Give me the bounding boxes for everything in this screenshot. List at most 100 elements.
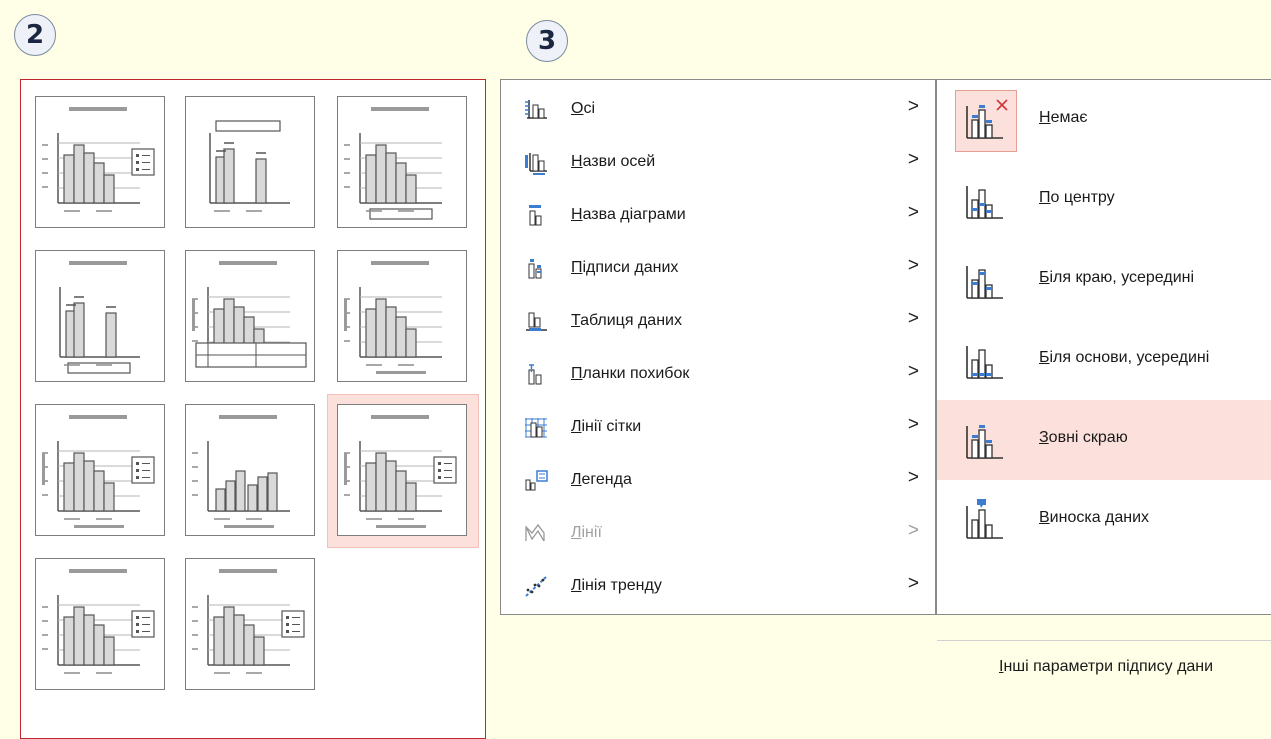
menu-item-label: Лінії — [571, 524, 602, 542]
menu-item-5[interactable]: Таблиця даних > — [501, 296, 935, 349]
layout-thumb-2[interactable] — [185, 96, 315, 228]
access-key: Н — [571, 206, 583, 223]
label-rest: овні скраю — [1048, 429, 1128, 446]
layout-thumb-10[interactable] — [35, 558, 165, 690]
menu-item-label: Легенда — [571, 471, 632, 489]
access-key: Л — [571, 418, 582, 435]
label-rest: інія тренду — [581, 577, 662, 594]
chevron-right-icon: > — [907, 414, 919, 435]
access-key: О — [571, 100, 584, 117]
access-key: Л — [571, 471, 582, 488]
layout-preview-icon — [42, 415, 155, 528]
access-key: В — [1039, 509, 1050, 526]
menu-item-6[interactable]: Планки похибок > — [501, 349, 935, 402]
label-rest: емає — [1050, 109, 1088, 126]
label-rest: іля краю, усередині — [1049, 269, 1195, 286]
axis-titles-icon — [523, 150, 549, 176]
label-rest: аблиця даних — [580, 312, 682, 329]
step-3-badge: 3 — [526, 20, 568, 62]
data-labels-submenu: Немає По центру Біля краю, усередині Біля о… — [936, 79, 1271, 675]
submenu-item-label: Зовні скраю — [1039, 429, 1128, 447]
access-key: З — [1039, 429, 1049, 446]
trendline-icon — [523, 574, 549, 600]
submenu-item-4[interactable]: Біля основи, усередині — [937, 320, 1271, 400]
menu-item-8[interactable]: Легенда > — [501, 455, 935, 508]
label-rest: азви осей — [582, 153, 656, 170]
data-callout-icon — [961, 498, 1015, 544]
menu-item-label: Назви осей — [571, 153, 655, 171]
access-key: Н — [1039, 109, 1051, 126]
label-rest: іля основи, усередині — [1049, 349, 1210, 366]
submenu-item-label: По центру — [1039, 189, 1115, 207]
layout-preview-icon — [192, 261, 307, 368]
layout-thumb-7[interactable] — [35, 404, 165, 536]
chevron-right-icon: > — [907, 96, 919, 117]
access-key: Б — [1039, 349, 1050, 366]
layout-thumb-1[interactable] — [35, 96, 165, 228]
lines-icon — [523, 521, 549, 547]
chevron-right-icon: > — [907, 467, 919, 488]
menu-item-3[interactable]: Назва діаграми > — [501, 190, 935, 243]
layout-thumb-3[interactable] — [337, 96, 467, 228]
label-rest: азва діаграми — [582, 206, 686, 223]
data-labels-icon — [523, 256, 549, 282]
chevron-right-icon: > — [907, 202, 919, 223]
submenu-item-5[interactable]: Зовні скраю — [937, 400, 1271, 480]
submenu-item-1[interactable]: Немає — [937, 80, 1271, 160]
data-table-icon — [523, 309, 549, 335]
submenu-item-label: Немає — [1039, 109, 1088, 127]
layout-preview-icon — [344, 107, 442, 220]
layout-thumb-4[interactable] — [35, 250, 165, 382]
layout-thumb-9[interactable] — [337, 404, 467, 536]
layout-preview-icon — [209, 120, 290, 212]
access-key: Л — [571, 577, 582, 594]
submenu-item-6[interactable]: Виноска даних — [937, 480, 1271, 560]
menu-item-label: Підписи даних — [571, 259, 678, 277]
menu-item-2[interactable]: Назви осей > — [501, 137, 935, 190]
menu-item-9: Лінії > — [501, 508, 935, 561]
menu-item-label: Таблиця даних — [571, 312, 682, 330]
labels-center-icon — [961, 178, 1015, 224]
layout-thumb-5[interactable] — [185, 250, 315, 382]
layout-preview-icon — [42, 107, 155, 212]
no-labels-icon — [961, 98, 1015, 144]
submenu-item-label: Біля краю, усередині — [1039, 269, 1194, 287]
labels-outside-end-icon — [961, 418, 1015, 464]
label-rest: ідписи даних — [582, 259, 679, 276]
chevron-right-icon: > — [907, 573, 919, 594]
menu-item-4[interactable]: Підписи даних > — [501, 243, 935, 296]
layout-thumb-11[interactable] — [185, 558, 315, 690]
access-key: Н — [571, 153, 583, 170]
menu-item-1[interactable]: Осі > — [501, 84, 935, 137]
chevron-right-icon: > — [907, 255, 919, 276]
more-data-label-options[interactable]: Інші параметри підпису дани — [999, 658, 1213, 676]
chevron-right-icon: > — [907, 361, 919, 382]
menu-item-label: Назва діаграми — [571, 206, 686, 224]
layout-preview-icon — [42, 569, 155, 674]
layout-preview-icon — [344, 415, 457, 528]
access-key: Л — [571, 524, 582, 541]
label-rest: інії сітки — [581, 418, 642, 435]
menu-item-7[interactable]: Лінії сітки > — [501, 402, 935, 455]
submenu-item-3[interactable]: Біля краю, усередині — [937, 240, 1271, 320]
layout-preview-icon — [59, 261, 140, 374]
submenu-item-label: Біля основи, усередині — [1039, 349, 1209, 367]
submenu-item-label: Виноска даних — [1039, 509, 1149, 527]
layout-thumb-8[interactable] — [185, 404, 315, 536]
menu-item-label: Осі — [571, 100, 595, 118]
access-key: Т — [571, 312, 581, 329]
access-key: П — [1039, 189, 1051, 206]
menu-item-label: Планки похибок — [571, 365, 689, 383]
quick-layout-gallery — [20, 79, 486, 739]
legend-icon — [523, 468, 549, 494]
label-rest: ланки похибок — [582, 365, 690, 382]
menu-item-label: Лінія тренду — [571, 577, 662, 595]
layout-thumb-6[interactable] — [337, 250, 467, 382]
label-rest: иноска даних — [1049, 509, 1150, 526]
axes-icon — [523, 97, 549, 123]
label-rest: нші параметри підпису дани — [1003, 658, 1214, 675]
label-rest: егенда — [581, 471, 632, 488]
submenu-item-2[interactable]: По центру — [937, 160, 1271, 240]
step-2-badge: 2 — [14, 14, 56, 56]
menu-item-10[interactable]: Лінія тренду > — [501, 561, 935, 614]
